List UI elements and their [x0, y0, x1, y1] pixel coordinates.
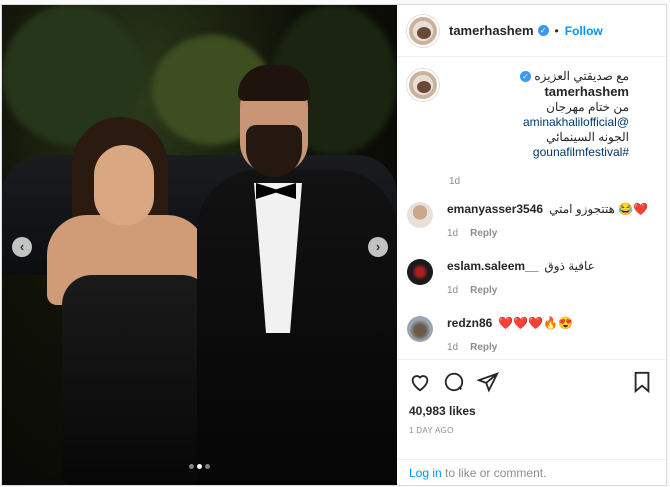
post-photo[interactable]: ‹ ›	[2, 5, 397, 485]
comment-item: eslam.saleem__ عافية ذوق 1d Reply	[407, 259, 657, 296]
action-bar: 40,983 likes 1 DAY AGO	[397, 359, 666, 459]
comment-timestamp[interactable]: 1d	[447, 228, 458, 239]
caption: مع صديقتي العزيزه ✓ tamerhashem من ختام …	[407, 69, 656, 189]
comment-text: عافية ذوق	[544, 259, 595, 273]
carousel-dots	[189, 464, 210, 469]
comment-meta: 1d Reply	[447, 228, 648, 239]
comment-body: emanyasser3546 هتتجوزو امتي 😂❤️ 1d Reply	[447, 202, 648, 239]
chevron-left-icon[interactable]: ‹	[12, 237, 32, 257]
chevron-right-icon[interactable]: ›	[368, 237, 388, 257]
post-sidebar: tamerhashem ✓ • Follow مع صديقتي العزيزه…	[397, 5, 666, 485]
reply-button[interactable]: Reply	[470, 342, 497, 353]
woman-dress	[62, 275, 212, 485]
comments-section[interactable]: مع صديقتي العزيزه ✓ tamerhashem من ختام …	[397, 57, 666, 359]
post-timestamp[interactable]: 1 DAY AGO	[409, 426, 654, 435]
mention-link[interactable]: @aminakhalilofficial	[523, 115, 629, 129]
caption-text: من ختام مهرجان	[546, 100, 629, 114]
follow-button[interactable]: Follow	[565, 24, 603, 38]
action-icons	[409, 366, 654, 398]
reply-button[interactable]: Reply	[470, 285, 497, 296]
avatar[interactable]	[407, 316, 433, 342]
comment-username[interactable]: emanyasser3546	[447, 202, 543, 216]
comment-row: emanyasser3546 هتتجوزو امتي 😂❤️	[447, 202, 648, 216]
caption-timestamp[interactable]: 1d	[449, 174, 629, 189]
instagram-post: ‹ › tamerhashem ✓ • Follow مع صديقتي الع…	[1, 4, 667, 486]
comment-icon[interactable]	[443, 371, 465, 393]
login-bar: Log in to like or comment.	[397, 459, 666, 485]
comment-item: redzn86 ❤️❤️❤️🔥😍 1d Reply	[407, 316, 657, 353]
comment-text: هتتجوزو امتي 😂❤️	[549, 202, 649, 216]
verified-badge-icon: ✓	[520, 71, 531, 83]
comment-text: ❤️❤️❤️🔥😍	[498, 316, 574, 330]
comment-row: eslam.saleem__ عافية ذوق	[447, 259, 595, 273]
bookmark-icon[interactable]	[632, 371, 652, 393]
caption-username[interactable]: tamerhashem	[544, 84, 629, 99]
woman-face	[94, 145, 154, 225]
caption-text: الجونه السينمائي	[546, 130, 629, 144]
header-username[interactable]: tamerhashem	[449, 23, 534, 38]
post-header: tamerhashem ✓ • Follow	[397, 5, 666, 57]
login-link[interactable]: Log in	[409, 466, 442, 480]
comment-timestamp[interactable]: 1d	[447, 285, 458, 296]
reply-button[interactable]: Reply	[470, 228, 497, 239]
caption-line-3: الجونه السينمائي #gounafilmfestival	[449, 130, 629, 160]
caption-text: مع صديقتي العزيزه	[534, 69, 629, 83]
avatar[interactable]	[407, 202, 433, 228]
caption-line-1: مع صديقتي العزيزه ✓ tamerhashem	[449, 69, 629, 100]
comment-username[interactable]: eslam.saleem__	[447, 259, 538, 273]
avatar[interactable]	[407, 69, 439, 101]
caption-body: مع صديقتي العزيزه ✓ tamerhashem من ختام …	[449, 69, 629, 189]
avatar[interactable]	[407, 259, 433, 285]
login-prompt-text: to like or comment.	[441, 466, 547, 480]
carousel-dot-active	[197, 464, 202, 469]
caption-line-2: من ختام مهرجان @aminakhalilofficial	[449, 100, 629, 130]
comment-timestamp[interactable]: 1d	[447, 342, 458, 353]
comment-meta: 1d Reply	[447, 285, 595, 296]
comment-body: eslam.saleem__ عافية ذوق 1d Reply	[447, 259, 595, 296]
comment-item: emanyasser3546 هتتجوزو امتي 😂❤️ 1d Reply	[407, 202, 657, 239]
carousel-dot	[205, 464, 210, 469]
heart-icon[interactable]	[409, 371, 431, 393]
comment-body: redzn86 ❤️❤️❤️🔥😍 1d Reply	[447, 316, 573, 353]
likes-count[interactable]: 40,983 likes	[409, 404, 654, 418]
separator: •	[554, 23, 559, 38]
carousel-dot	[189, 464, 194, 469]
avatar[interactable]	[407, 14, 439, 47]
comment-meta: 1d Reply	[447, 342, 573, 353]
hashtag-link[interactable]: #gounafilmfestival	[533, 145, 629, 159]
share-icon[interactable]	[477, 371, 499, 393]
comment-row: redzn86 ❤️❤️❤️🔥😍	[447, 316, 573, 330]
verified-badge-icon: ✓	[537, 25, 549, 36]
comment-username[interactable]: redzn86	[447, 316, 492, 330]
